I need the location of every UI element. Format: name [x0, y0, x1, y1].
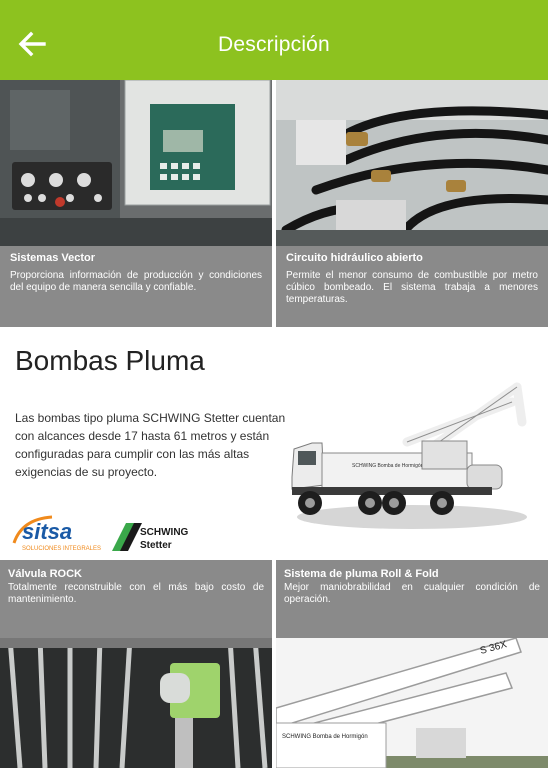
- feature-card-sistemas-vector[interactable]: Sistemas Vector Proporciona información …: [0, 80, 272, 327]
- feature-panel: Circuito hidráulico abierto Permite el m…: [276, 246, 548, 327]
- sitsa-logo: sitsa SOLUCIONES INTEGRALES: [12, 515, 104, 560]
- feature-panel: Válvula ROCK Totalmente reconstruible co…: [0, 560, 272, 646]
- sitsa-wordmark: sitsa: [22, 519, 72, 544]
- hydraulic-circuit-photo: [276, 80, 548, 246]
- stetter-wordmark: Stetter: [140, 540, 172, 551]
- feature-title: Válvula ROCK: [8, 568, 82, 580]
- feature-title: Sistema de pluma Roll & Fold: [284, 568, 439, 580]
- feature-title: Circuito hidráulico abierto: [286, 252, 423, 264]
- sitsa-tagline: SOLUCIONES INTEGRALES: [22, 546, 101, 552]
- feature-description: Totalmente reconstruible con el más bajo…: [8, 582, 264, 605]
- feature-description: Proporciona información de producción y …: [10, 270, 262, 293]
- rock-valve-photo: [0, 638, 272, 768]
- section-title: Bombas Pluma: [15, 345, 205, 376]
- boom-pump-truck-image: SCHWING Bomba de Hormigón: [291, 382, 527, 529]
- feature-description: Permite el menor consumo de combustible …: [286, 270, 538, 305]
- schwing-wordmark: SCHWING: [140, 527, 189, 538]
- feature-card-roll-fold[interactable]: Sistema de pluma Roll & Fold Mejor manio…: [276, 560, 548, 768]
- app-header: Descripción: [0, 0, 548, 80]
- feature-card-circuito-hidraulico[interactable]: Circuito hidráulico abierto Permite el m…: [276, 80, 548, 327]
- feature-card-valvula-rock[interactable]: Válvula ROCK Totalmente reconstruible co…: [0, 560, 272, 768]
- feature-panel: Sistemas Vector Proporciona información …: [0, 246, 272, 327]
- section-bombas-pluma: Bombas Pluma Las bombas tipo pluma SCHWI…: [0, 327, 548, 560]
- truck-brand-text: SCHWING Bomba de Hormigón: [282, 734, 368, 740]
- page-title: Descripción: [218, 33, 330, 56]
- truck-brand-text: SCHWING Bomba de Hormigón: [352, 463, 424, 469]
- feature-description: Mejor maniobrabilidad en cualquier condi…: [284, 582, 540, 605]
- feature-panel: Sistema de pluma Roll & Fold Mejor manio…: [276, 560, 548, 646]
- section-intro: Las bombas tipo pluma SCHWING Stetter cu…: [15, 411, 286, 479]
- schwing-stetter-logo: SCHWING Stetter: [112, 523, 198, 558]
- feature-title: Sistemas Vector: [10, 252, 95, 264]
- roll-fold-boom-photo: S 36X SCHWING Bomba de Hormigón: [276, 638, 548, 768]
- control-panel-photo: [0, 80, 272, 246]
